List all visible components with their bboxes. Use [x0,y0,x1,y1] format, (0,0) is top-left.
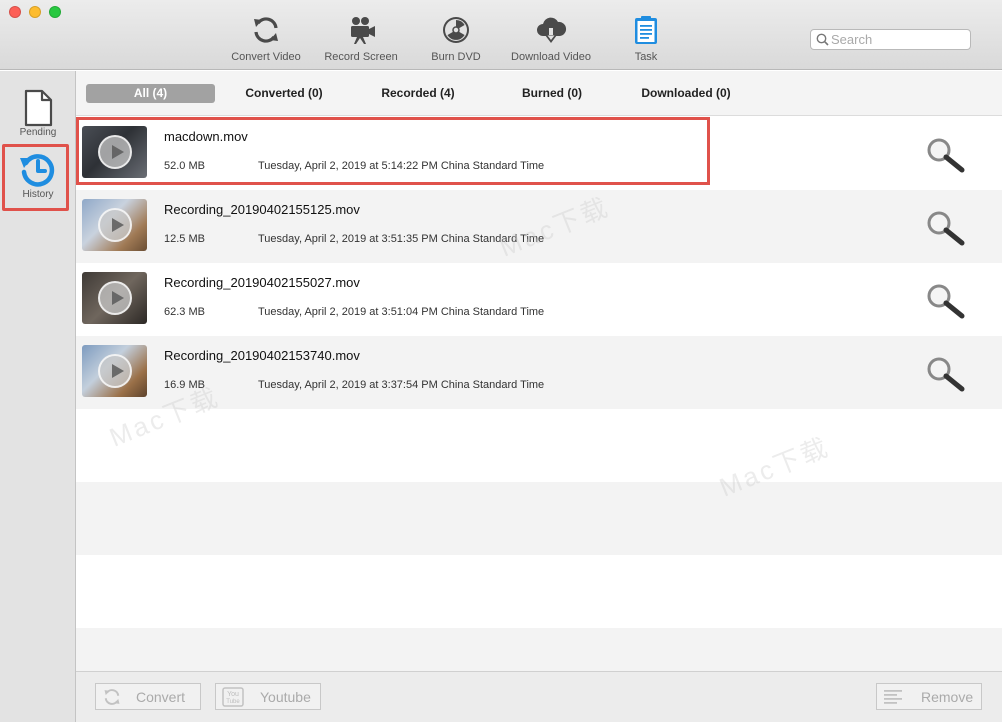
close-window-button[interactable] [9,6,21,18]
task-label: Task [634,51,658,63]
filter-tabs: All (4) Converted (0) Recorded (4) Burne… [76,71,1002,116]
convert-icon [104,688,120,705]
radiation-icon [443,17,469,43]
tab-all[interactable]: All (4) [86,84,215,103]
file-size: 62.3 MB [164,306,205,318]
file-date: Tuesday, April 2, 2019 at 3:51:35 PM Chi… [258,233,545,245]
bottom-action-bar: Convert You Tube Youtube Remove [76,671,1002,722]
cloud-download-icon [537,17,567,43]
file-list: macdown.mov 52.0 MB Tuesday, April 2, 20… [76,117,1002,671]
magnifier-icon[interactable] [925,356,967,392]
document-icon [24,89,53,127]
download-video-button[interactable]: Download Video [503,14,599,63]
file-date: Tuesday, April 2, 2019 at 3:37:54 PM Chi… [258,379,545,391]
empty-row [76,409,1002,482]
list-item[interactable]: macdown.mov 52.0 MB Tuesday, April 2, 20… [76,117,1002,190]
play-icon[interactable] [97,354,132,388]
video-thumbnail [82,199,147,251]
download-video-label: Download Video [511,51,591,63]
sidebar-item-history[interactable]: History [0,151,76,200]
minimize-window-button[interactable] [29,6,41,18]
youtube-icon: You Tube [222,686,244,707]
magnifier-icon[interactable] [925,210,967,246]
play-icon[interactable] [97,281,132,315]
file-name: Recording_20190402155027.mov [164,275,360,290]
remove-button-label: Remove [921,688,974,705]
maximize-window-button[interactable] [49,6,61,18]
empty-row [76,482,1002,555]
list-remove-icon [884,689,902,704]
record-screen-button[interactable]: Record Screen [313,14,409,63]
magnifier-icon[interactable] [925,137,967,173]
file-size: 12.5 MB [164,233,205,245]
play-icon[interactable] [97,208,132,242]
clipboard-icon [635,16,657,44]
convert-video-label: Convert Video [231,51,301,63]
sidebar-item-pending[interactable]: Pending [0,89,76,138]
video-thumbnail [82,272,147,324]
burn-dvd-label: Burn DVD [431,51,481,63]
svg-text:You: You [227,691,239,698]
window-controls [9,6,61,18]
row-highlight [76,117,710,185]
task-button[interactable]: Task [598,14,694,63]
list-item[interactable]: Recording_20190402155125.mov 12.5 MB Tue… [76,190,1002,263]
history-clock-icon [20,154,55,187]
file-size: 16.9 MB [164,379,205,391]
youtube-button-label: Youtube [260,688,311,705]
search-input[interactable] [831,32,967,47]
record-screen-label: Record Screen [324,51,398,63]
convert-button-label: Convert [136,688,186,705]
tab-downloaded[interactable]: Downloaded (0) [632,84,740,103]
file-name: Recording_20190402155125.mov [164,202,360,217]
convert-button[interactable]: Convert [95,683,201,710]
svg-text:Tube: Tube [226,699,240,705]
youtube-button[interactable]: You Tube Youtube [215,683,321,710]
burn-dvd-button[interactable]: Burn DVD [408,14,504,63]
convert-video-button[interactable]: Convert Video [218,14,314,63]
sidebar: Pending History [0,71,76,722]
remove-button[interactable]: Remove [876,683,982,710]
convert-icon [254,17,278,43]
list-item[interactable]: Recording_20190402153740.mov 16.9 MB Tue… [76,336,1002,409]
sidebar-item-label: Pending [19,127,57,138]
window-toolbar: Convert Video Record Screen Burn DVD Dow… [0,0,1002,70]
empty-row [76,555,1002,628]
empty-row [76,628,1002,671]
tab-recorded[interactable]: Recorded (4) [366,84,470,103]
file-name: Recording_20190402153740.mov [164,348,360,363]
sidebar-item-label: History [22,189,54,200]
file-date: Tuesday, April 2, 2019 at 3:51:04 PM Chi… [258,306,545,318]
video-thumbnail [82,345,147,397]
magnifier-icon[interactable] [925,283,967,319]
list-item[interactable]: Recording_20190402155027.mov 62.3 MB Tue… [76,263,1002,336]
tab-converted[interactable]: Converted (0) [230,84,338,103]
search-box[interactable] [810,29,971,50]
search-icon [816,33,829,46]
video-camera-icon [351,17,375,44]
tab-burned[interactable]: Burned (0) [506,84,598,103]
